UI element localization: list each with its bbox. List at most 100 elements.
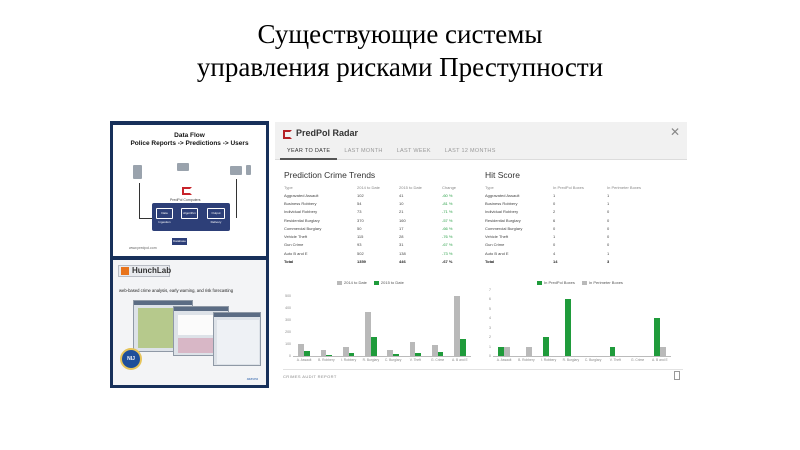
x-tick-label: R. Burglary [362,358,380,362]
predpol-logo-icon [182,187,192,195]
ingestion-box: Data Ingestion [156,208,173,224]
table-cell: Vehicle Theft [284,234,308,240]
predpol-computer-box: Data Ingestion Algorithm Output Delivery [152,203,230,231]
slide-title-line-1: Существующие системы [257,19,543,49]
table-row: Vehicle Theft 1 0 [485,232,665,240]
y-tick-label: 6 [489,297,491,302]
y-tick-label: 300 [285,318,291,322]
table-cell: -73 % [442,250,453,256]
table-cell: 446 [399,259,406,265]
y-tick-label: 200 [285,330,291,334]
data-flow-footer: www.predpol.com [129,246,157,250]
legend-label: 2015 to Date [380,280,404,285]
monitor-icon [230,166,242,175]
print-icon[interactable] [674,371,680,380]
hunchlab-logo-icon [121,267,129,275]
table-cell: -57 % [442,217,453,223]
hunchlab-image: HunchLab web-based crime analysis, early… [113,260,266,385]
table-row: Commercial Burglary 0 0 [485,224,665,232]
column-header: 2015 to Date [399,184,422,190]
chart-legend: 2014 to Date 2015 to Date [337,280,411,285]
table-cell: Business Robbery [485,200,518,206]
table-cell: 10 [399,200,404,206]
legend-swatch [537,280,542,285]
table-cell: -71 % [442,209,453,215]
x-tick-label: G. Crime [431,358,445,362]
bar-series-1 [609,346,616,356]
column-header: 2014 to Date [357,184,380,190]
table-cell: 3 [607,259,610,265]
tab-year-to-date[interactable]: YEAR TO DATE [280,146,338,160]
y-tick-label: 3 [489,325,491,330]
table-cell: 1 [607,200,610,206]
x-tick-label: G. Crime [631,358,645,362]
left-image-column: Data Flow Police Reports -> Predictions … [110,121,269,388]
table-cell: Auto B and E [485,250,509,256]
table-cell: 0 [607,242,610,248]
legend-label: In PredPol Boxes [544,280,575,285]
hit-score-chart: In PredPol Boxes In Perimeter Boxes 0 1 2 3 4 5… [479,280,675,366]
flow-line-out [236,179,237,218]
table-cell: 31 [399,242,404,248]
tab-last-12-months[interactable]: LAST 12 MONTHS [438,146,503,160]
legend-item: In PredPol Boxes [537,280,575,285]
bar-series-2 [326,354,333,356]
table-cell: Auto B and E [284,250,308,256]
table-cell: 50 [357,225,362,231]
bar-series-2 [437,352,444,356]
azavea-logo: azavea [246,377,258,381]
hit-score-table: Type In PredPol Boxes In Perimeter Boxes… [485,184,665,266]
hit-score-title: Hit Score [485,170,520,180]
x-tick-label: I. Robbery [541,358,557,362]
bar-series-2 [659,346,666,356]
table-cell: Aggravated Assault [485,192,520,198]
table-cell: 0 [607,209,610,215]
y-tick-label: 1 [489,344,491,349]
table-row: Total 14 3 [485,257,665,265]
legend-swatch [337,280,342,285]
table-cell: -81 % [442,200,453,206]
tab-last-week[interactable]: LAST WEEK [390,146,438,160]
algorithm-box: Algorithm [181,208,198,219]
footer-divider [283,369,683,370]
cpu-label: PredPol Computers [170,198,201,202]
x-axis [493,356,671,357]
table-cell: 41 [399,192,404,198]
database-label: Database [171,237,188,246]
tab-last-month[interactable]: LAST MONTH [337,146,389,160]
table-cell: 370 [357,217,364,223]
bar-series-1 [542,337,549,356]
table-cell: Individual Robbery [284,209,318,215]
table-row: Residential Burglary 6 0 [485,216,665,224]
table-cell: 0 [607,225,610,231]
legend-swatch [581,280,587,285]
table-cell: Commercial Burglary [284,225,322,231]
y-tick-label: 5 [489,306,491,311]
bar-series-2 [415,352,422,356]
table-cell: 14 [553,259,558,265]
table-cell: Vehicle Theft [485,234,509,240]
table-cell: Aggravated Assault [284,192,319,198]
legend-swatch [373,280,379,285]
table-cell: 1 [553,192,556,198]
table-row: Aggravated Assault 102 41 -60 % [284,191,469,199]
bar-series-2 [504,346,510,356]
legend-item: 2014 to Date [337,280,367,285]
x-tick-label: B. Robbery [318,358,335,362]
table-cell: 4 [553,250,556,256]
table-row: Auto B and E 4 1 [485,249,665,257]
table-cell: 1 [553,234,556,240]
x-tick-label: C. Burglary [384,358,402,362]
radar-tabs: YEAR TO DATE LAST MONTH LAST WEEK LAST 1… [280,146,503,160]
y-tick-label: 0 [289,354,291,358]
prediction-crime-trends-title: Prediction Crime Trends [284,170,376,180]
x-tick-label: V. Theft [409,358,421,362]
crime-trends-chart: 2014 to Date 2015 to Date 0 100 200 300 400 500… [279,280,475,366]
screenshot-front [213,312,261,366]
table-cell: Residential Burglary [284,217,320,223]
table-cell: Business Robbery [284,200,317,206]
server-icon [133,165,142,179]
flow-line-in-h [139,218,153,219]
x-tick-label: C. Burglary [584,358,602,362]
close-icon[interactable]: ✕ [670,125,680,139]
